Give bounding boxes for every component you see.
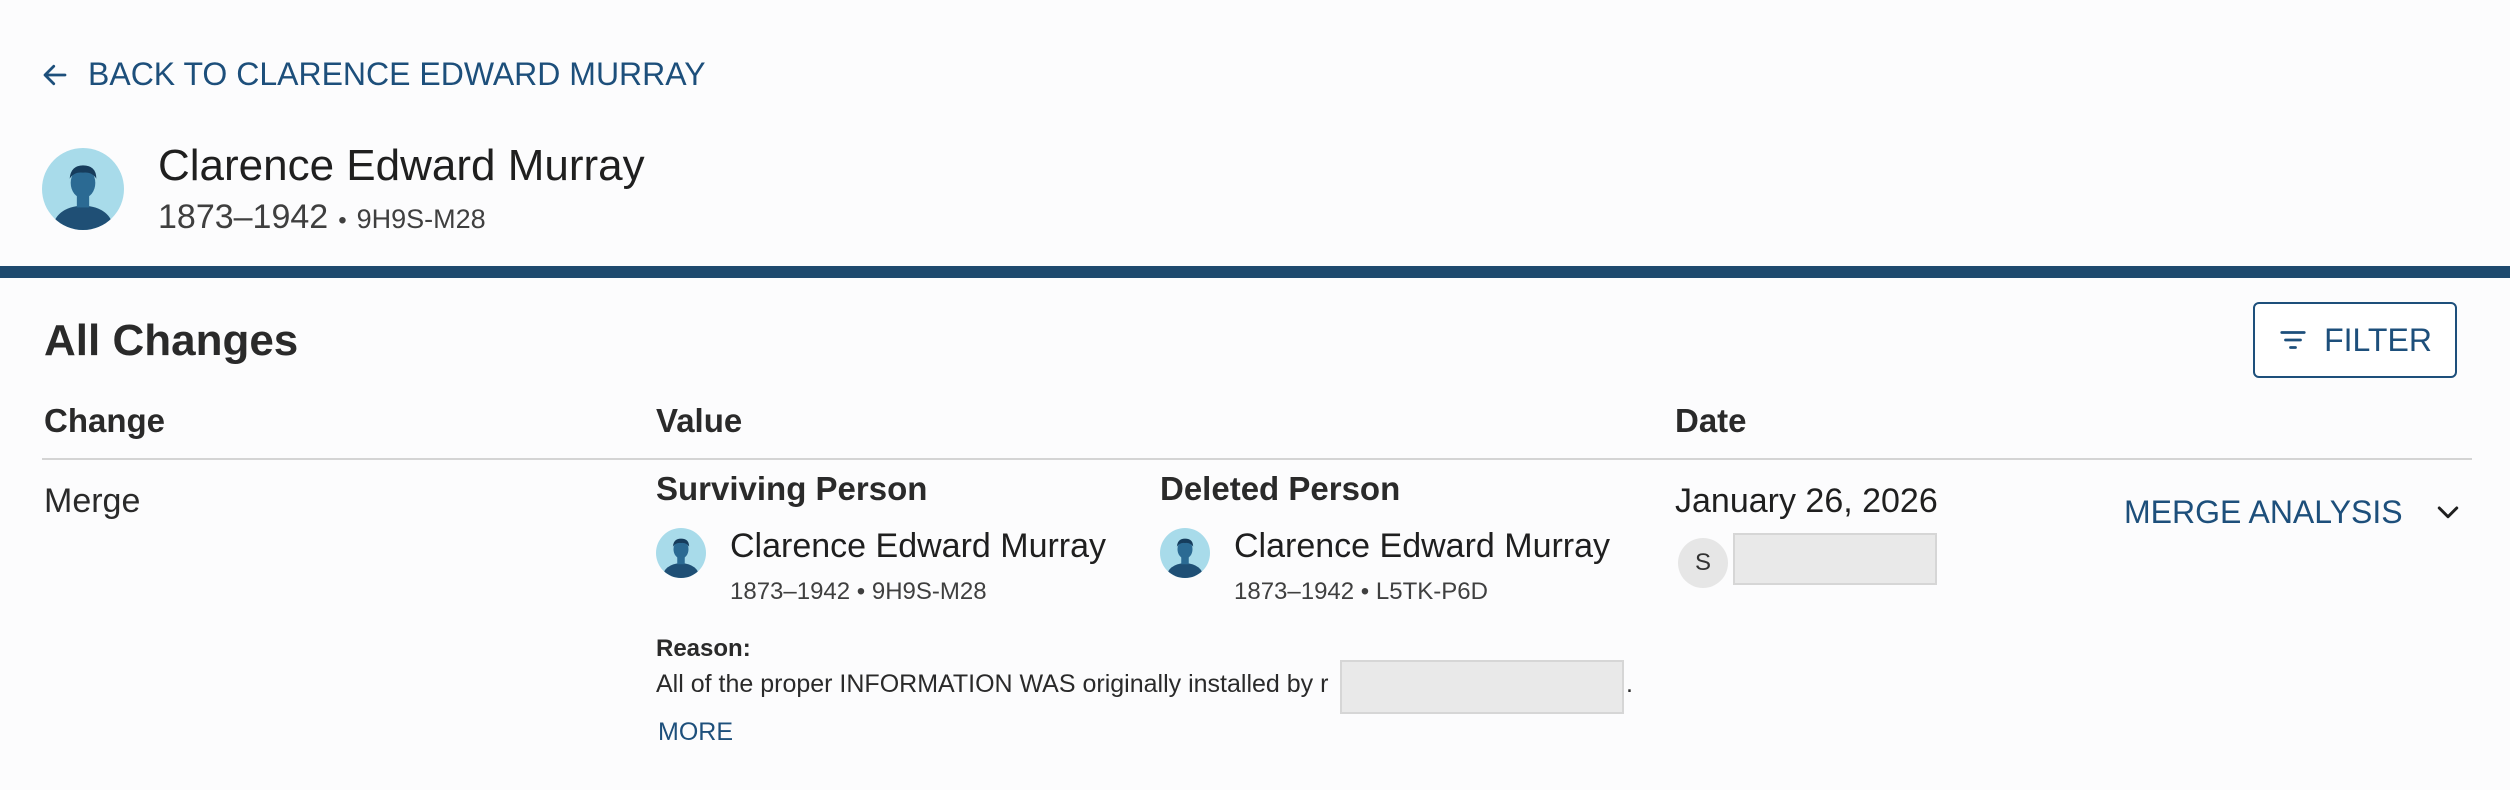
filter-button-label: FILTER	[2324, 321, 2432, 358]
column-header-date: Date	[1675, 402, 1747, 439]
surviving-person-name[interactable]: Clarence Edward Murray	[730, 526, 1106, 566]
change-date: January 26, 2026	[1675, 482, 1938, 520]
surviving-person-meta: 1873–1942 • 9H9S-M28	[730, 578, 987, 605]
meta-separator: •	[338, 207, 347, 234]
redacted-block	[1340, 660, 1624, 714]
person-lifespan: 1873–1942	[158, 198, 329, 236]
surviving-person-label: Surviving Person	[656, 470, 928, 507]
header-divider	[0, 266, 2510, 278]
change-type: Merge	[44, 482, 141, 520]
contributor-avatar[interactable]: S	[1678, 538, 1728, 588]
redacted-contributor-name	[1733, 533, 1937, 585]
deleted-person-label: Deleted Person	[1160, 470, 1401, 507]
surviving-person: Surviving Person Clarence Edward Murray …	[656, 470, 1106, 606]
reason-label: Reason:	[656, 635, 751, 662]
section-title: All Changes	[44, 316, 299, 365]
back-link-label: BACK TO CLARENCE EDWARD MURRAY	[88, 56, 706, 92]
back-link[interactable]: BACK TO CLARENCE EDWARD MURRAY	[40, 56, 706, 93]
person-avatar-icon[interactable]	[42, 147, 124, 230]
person-avatar-icon[interactable]	[1160, 528, 1210, 578]
chevron-down-icon[interactable]	[2433, 498, 2463, 528]
arrow-left-icon	[43, 64, 67, 85]
table-header-divider	[42, 458, 2472, 460]
reason-text-end: .	[1626, 670, 1633, 698]
reason-text: All of the proper INFORMATION WAS origin…	[656, 670, 1329, 698]
person-id: 9H9S-M28	[356, 204, 486, 234]
person-header: Clarence Edward Murray 1873–1942 • 9H9S-…	[42, 140, 645, 237]
change-log-page: BACK TO CLARENCE EDWARD MURRAY Clarence …	[0, 0, 2510, 790]
person-name: Clarence Edward Murray	[158, 141, 645, 190]
filter-button[interactable]: FILTER	[2253, 302, 2457, 378]
merge-analysis-link[interactable]: MERGE ANALYSIS	[2124, 494, 2463, 531]
more-link[interactable]: MORE	[658, 718, 733, 747]
merge-analysis-label: MERGE ANALYSIS	[2124, 494, 2403, 530]
column-header-change: Change	[44, 402, 166, 439]
deleted-person-meta: 1873–1942 • L5TK-P6D	[1234, 578, 1488, 605]
deleted-person: Deleted Person Clarence Edward Murray 18…	[1160, 470, 1610, 606]
person-avatar-icon[interactable]	[656, 528, 706, 578]
column-header-value: Value	[656, 402, 743, 439]
filter-icon	[2280, 331, 2306, 349]
deleted-person-name[interactable]: Clarence Edward Murray	[1234, 526, 1610, 566]
